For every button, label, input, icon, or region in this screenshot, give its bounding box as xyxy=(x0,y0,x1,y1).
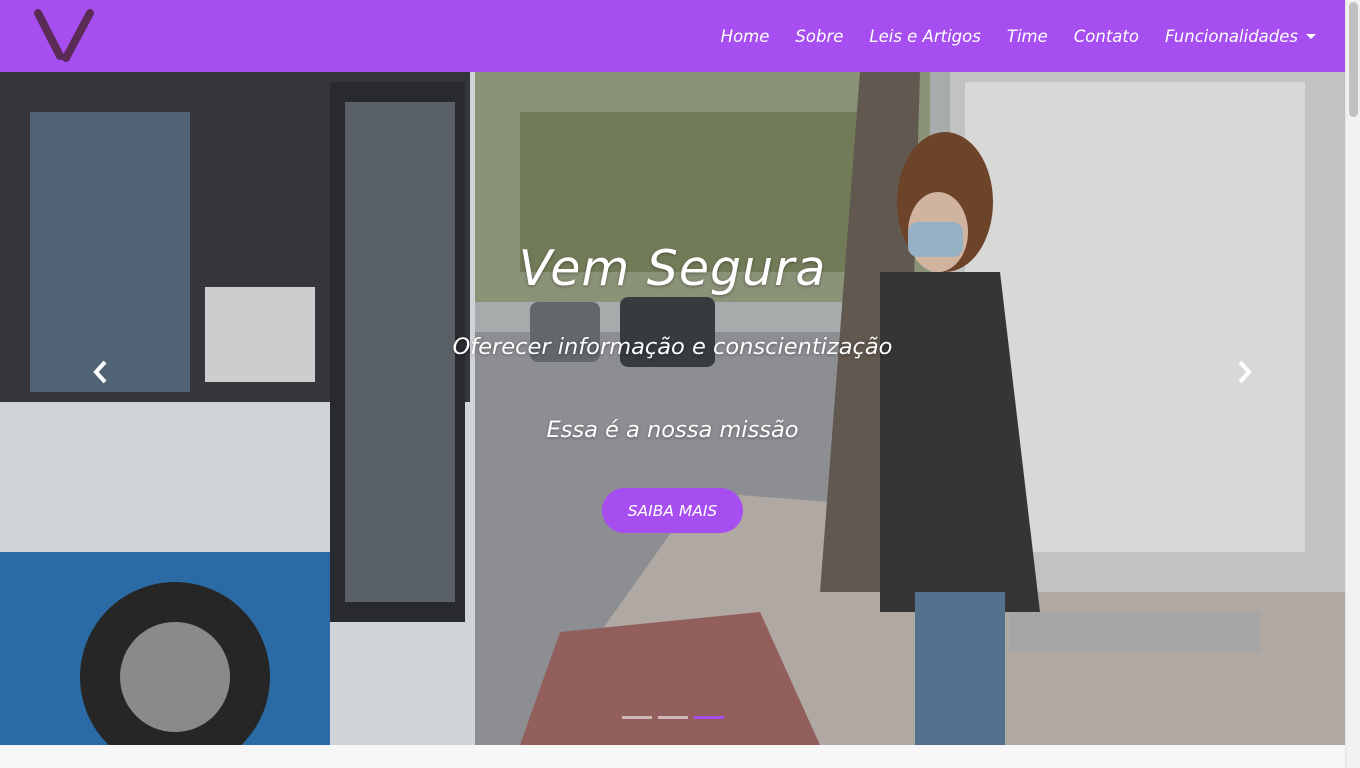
carousel-next-button[interactable] xyxy=(1229,357,1259,387)
nav-time[interactable]: Time xyxy=(1007,27,1048,46)
hero-overlay xyxy=(0,72,1345,745)
hero-carousel: Vem Segura Oferecer informação e conscie… xyxy=(0,72,1345,745)
carousel-prev-button[interactable] xyxy=(86,357,116,387)
nav-funcionalidades-dropdown[interactable]: Funcionalidades xyxy=(1165,27,1316,46)
nav-links: Home Sobre Leis e Artigos Time Contato F… xyxy=(695,0,1316,72)
carousel-indicator-1[interactable] xyxy=(622,716,652,719)
dropdown-label: Funcionalidades xyxy=(1164,26,1298,46)
nav-home[interactable]: Home xyxy=(721,27,770,46)
caret-down-icon xyxy=(1306,33,1316,39)
page-scrollbar[interactable] xyxy=(1345,0,1360,768)
saiba-mais-button[interactable]: SAIBA MAIS xyxy=(602,488,743,533)
chevron-left-icon xyxy=(93,360,107,384)
carousel-indicator-3[interactable] xyxy=(694,716,724,719)
hero-title: Vem Segura xyxy=(518,240,827,297)
navbar: Home Sobre Leis e Artigos Time Contato F… xyxy=(0,0,1345,72)
nav-sobre[interactable]: Sobre xyxy=(795,27,843,46)
nav-leis-e-artigos[interactable]: Leis e Artigos xyxy=(869,27,980,46)
scrollbar-thumb[interactable] xyxy=(1349,2,1358,117)
carousel-indicator-2[interactable] xyxy=(658,716,688,719)
brand-logo-icon[interactable] xyxy=(32,8,98,64)
nav-contato[interactable]: Contato xyxy=(1074,27,1139,46)
hero-mission: Essa é a nossa missão xyxy=(546,417,799,443)
carousel-indicators xyxy=(622,716,730,719)
chevron-right-icon xyxy=(1238,360,1252,384)
page-content-start xyxy=(0,745,1345,768)
hero-subtitle: Oferecer informação e conscientização xyxy=(452,334,893,360)
